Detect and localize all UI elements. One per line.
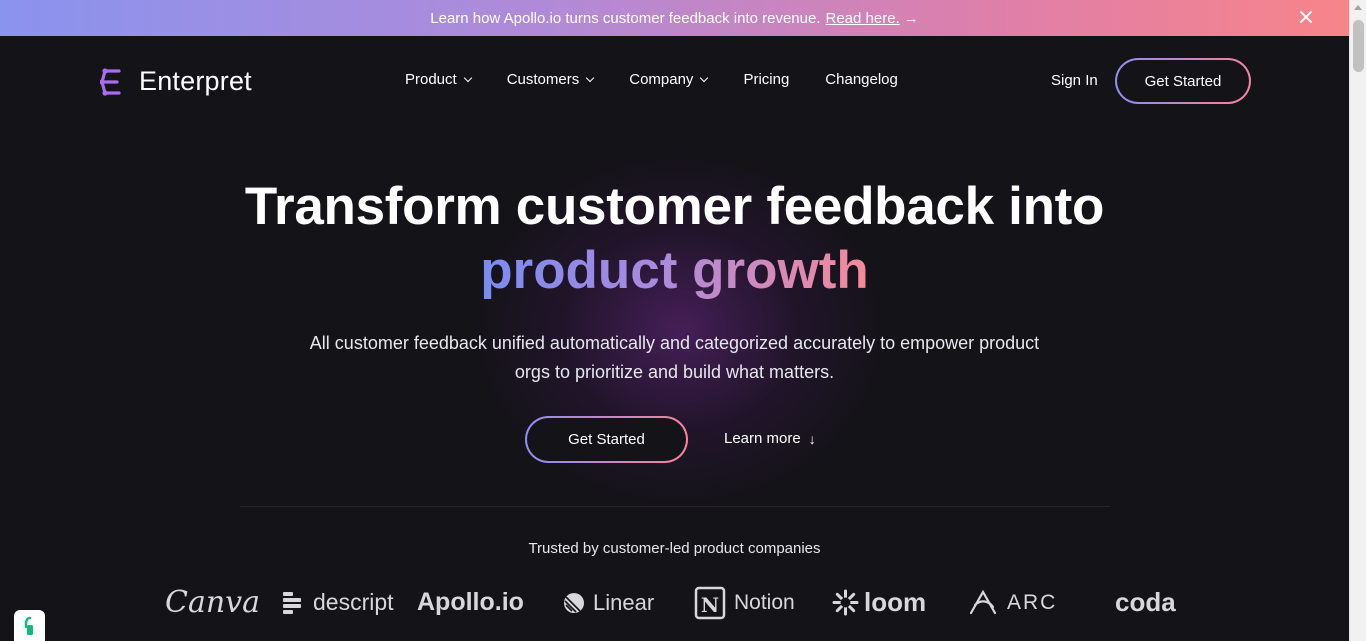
nav-item-label: Company — [629, 71, 694, 88]
nav-item-pricing[interactable]: Pricing — [743, 71, 789, 88]
arc-logo-text: ARC — [1007, 590, 1058, 614]
sign-in-link[interactable]: Sign In — [1051, 72, 1098, 89]
nav-item-changelog[interactable]: Changelog — [825, 71, 898, 88]
main-menu: Product Customers Company Pricing Change… — [405, 71, 934, 88]
get-started-label: Get Started — [1117, 60, 1249, 102]
chevron-down-icon — [700, 73, 709, 83]
announcement-text: Learn how Apollo.io turns customer feedb… — [430, 9, 821, 27]
trusted-by-title: Trusted by customer-led product companie… — [528, 540, 821, 557]
loom-logo-text: loom — [864, 587, 927, 617]
coda-logo: coda — [1115, 580, 1176, 625]
hero-get-started-button[interactable]: Get Started — [525, 416, 688, 463]
top-nav: Enterpret Product Customers Company Pric… — [0, 36, 1349, 126]
arc-mark-icon — [969, 589, 997, 614]
descript-logo: descript — [283, 580, 394, 625]
loom-mark-icon — [832, 589, 859, 616]
nav-item-company[interactable]: Company — [629, 71, 709, 88]
close-icon[interactable] — [1297, 8, 1315, 26]
lock-icon — [24, 616, 33, 635]
hero-subtext-line: orgs to prioritize and build what matter… — [514, 362, 835, 382]
notion-mark-icon: N — [694, 586, 726, 619]
apollo-logo-text: Apollo.io — [417, 588, 524, 616]
linear-logo: Linear — [563, 580, 654, 625]
arrow-right-icon: → — [903, 9, 919, 27]
loom-logo: loom — [832, 580, 926, 625]
linear-mark-icon — [564, 592, 584, 613]
customer-logos: Canva descript Apollo.io Linear N Notion — [0, 580, 1349, 625]
hero-headline-highlight: product growth — [480, 241, 869, 300]
chevron-down-icon — [463, 73, 472, 83]
notion-logo-text: Notion — [734, 590, 795, 614]
scrollbar-thumb[interactable] — [1353, 20, 1364, 72]
chevron-down-icon — [585, 73, 595, 83]
canva-logo-text: Canva — [165, 585, 260, 620]
nav-item-label: Pricing — [743, 71, 790, 88]
descript-mark-icon — [283, 591, 301, 614]
hero-get-started-label: Get Started — [527, 418, 686, 461]
divider — [240, 506, 1110, 507]
get-started-button[interactable]: Get Started — [1115, 58, 1251, 104]
hero-subtext: All customer feedback unified automatica… — [270, 329, 1079, 387]
hero-headline: Transform customer feedback into — [244, 177, 1105, 236]
hero-subtext-line: All customer feedback unified automatica… — [309, 333, 1040, 353]
help-widget-button[interactable] — [14, 610, 45, 641]
announcement-link[interactable]: Read here. — [826, 10, 900, 27]
nav-item-customers[interactable]: Customers — [506, 71, 595, 88]
scroll-up-icon[interactable] — [1354, 5, 1362, 10]
logo[interactable]: Enterpret — [100, 66, 252, 97]
notion-logo: N Notion — [694, 580, 795, 625]
logo-wordmark: Enterpret — [139, 66, 252, 96]
learn-more-button[interactable]: Learn more ↓ — [724, 430, 816, 447]
learn-more-label: Learn more — [724, 430, 801, 447]
arc-logo: ARC — [967, 580, 1057, 625]
nav-item-label: Product — [405, 71, 457, 88]
page-scrollbar[interactable] — [1349, 0, 1366, 641]
descript-logo-text: descript — [313, 589, 394, 615]
canva-logo: Canva — [165, 580, 260, 625]
svg-text:N: N — [701, 593, 719, 617]
linear-logo-text: Linear — [593, 589, 655, 615]
enterpret-logo-icon — [100, 67, 121, 96]
nav-item-product[interactable]: Product — [405, 71, 472, 88]
coda-logo-text: coda — [1115, 587, 1176, 617]
announcement-bar: Learn how Apollo.io turns customer feedb… — [0, 0, 1349, 36]
arrow-down-icon: ↓ — [808, 430, 816, 447]
nav-item-label: Changelog — [825, 71, 898, 88]
nav-item-label: Customers — [506, 71, 580, 88]
hero-headline-gradient: product growth — [0, 240, 1349, 302]
apollo-logo: Apollo.io — [417, 580, 524, 625]
